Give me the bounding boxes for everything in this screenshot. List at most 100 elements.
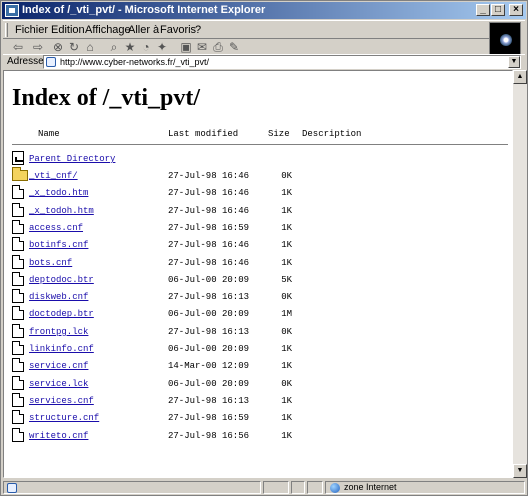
file-icon	[12, 392, 24, 407]
menu-help[interactable]: ?	[195, 24, 201, 36]
page-title: Index of /_vti_pvt/	[12, 85, 201, 111]
column-last-modified: Last modified	[168, 129, 239, 139]
file-size: 1M	[281, 309, 292, 320]
list-item: bots.cnf 27-Jul-98 16:46 1K	[12, 254, 492, 271]
address-url[interactable]: http://www.cyber-networks.fr/_vti_pvt/	[60, 57, 209, 67]
close-button[interactable]: ×	[509, 4, 523, 16]
list-item: _x_todo.htm 27-Jul-98 16:46 1K	[12, 185, 492, 201]
file-link[interactable]: service.lck	[29, 379, 88, 389]
file-icon	[12, 289, 24, 304]
page-content: Index of /_vti_pvt/ Name Last modified S…	[3, 70, 513, 478]
search-icon[interactable]: ⌕	[107, 40, 121, 54]
menu-bar: Fichier Edition Affichage Aller à Favori…	[3, 20, 525, 56]
file-link[interactable]: botinfs.cnf	[29, 240, 88, 250]
file-size: 1K	[281, 257, 292, 268]
title-bar[interactable]: Index of /_vti_pvt/ - Microsoft Internet…	[2, 2, 526, 19]
zone-label: zone Internet	[344, 482, 397, 492]
file-date: 27-Jul-98 16:13	[168, 326, 250, 337]
menu-affichage[interactable]: Affichage	[85, 24, 131, 36]
column-description: Description	[302, 129, 362, 139]
back-icon[interactable]: ⇦	[11, 40, 25, 54]
scroll-up-icon[interactable]: ▲	[513, 70, 527, 84]
maximize-button[interactable]: □	[491, 4, 505, 16]
parent-directory-link[interactable]: Parent Directory	[29, 154, 115, 164]
file-date: 27-Jul-98 16:13	[168, 292, 250, 303]
file-icon	[12, 271, 24, 286]
file-date: 27-Jul-98 16:46	[168, 188, 250, 199]
list-item: access.cnf 27-Jul-98 16:59 1K	[12, 219, 492, 236]
file-icon	[12, 237, 24, 252]
file-size: 1K	[281, 361, 292, 372]
file-link[interactable]: writeto.cnf	[29, 431, 88, 441]
home-icon[interactable]: ⌂	[83, 40, 97, 54]
ie-app-icon[interactable]	[5, 4, 19, 17]
file-size: 0K	[281, 378, 292, 389]
file-link[interactable]: _vti_cnf/	[29, 171, 78, 181]
forward-icon[interactable]: ⇨	[31, 40, 45, 54]
file-date: 06-Jul-00 20:09	[168, 344, 250, 354]
status-panel-4	[307, 481, 323, 494]
file-link[interactable]: structure.cnf	[29, 413, 99, 423]
file-date: 14-Mar-00 12:09	[168, 361, 250, 372]
file-size: 1K	[281, 395, 292, 406]
menu-grip[interactable]	[5, 23, 8, 37]
favorites-icon[interactable]: ★	[123, 40, 137, 54]
file-date: 27-Jul-98 16:56	[168, 430, 250, 441]
file-link[interactable]: deptodoc.btr	[29, 275, 94, 285]
file-date: 06-Jul-00 20:09	[168, 378, 250, 389]
minimize-button[interactable]: _	[476, 4, 490, 16]
stop-icon[interactable]: ⊗	[51, 40, 65, 54]
file-size: 1K	[281, 430, 292, 441]
file-icon	[12, 358, 24, 373]
file-link[interactable]: linkinfo.cnf	[29, 344, 94, 354]
status-panel-2	[263, 481, 289, 494]
file-link[interactable]: access.cnf	[29, 223, 83, 233]
list-item: deptodoc.btr 06-Jul-00 20:09 5K	[12, 271, 492, 288]
edit-icon[interactable]: ✎	[227, 40, 241, 54]
file-size: 1K	[281, 188, 292, 199]
list-item: structure.cnf 27-Jul-98 16:59 1K	[12, 410, 492, 426]
column-name: Name	[38, 129, 60, 139]
file-date: 27-Jul-98 16:46	[168, 205, 250, 216]
vertical-scrollbar[interactable]: ▲ ▼	[513, 70, 527, 478]
menu-aller-a[interactable]: Aller à	[128, 24, 159, 36]
toolbar: ⇦ ⇨ ⊗ ↻ ⌂ ⌕ ★ ◔ ✦ ▣ ✉ ⎙ ✎	[3, 38, 489, 54]
file-link[interactable]: bots.cnf	[29, 258, 72, 268]
column-size: Size	[268, 129, 290, 139]
print-icon[interactable]: ⎙	[211, 40, 225, 54]
file-link[interactable]: service.cnf	[29, 361, 88, 371]
file-link[interactable]: doctodep.btr	[29, 309, 94, 319]
channels-icon[interactable]: ✦	[155, 40, 169, 54]
list-item: _x_todoh.htm 27-Jul-98 16:46 1K	[12, 202, 492, 219]
file-date: 27-Jul-98 16:46	[168, 240, 250, 251]
mail-icon[interactable]: ✉	[195, 40, 209, 54]
file-icon	[12, 410, 24, 425]
file-icon	[12, 306, 24, 321]
menu-fichier[interactable]: Fichier	[15, 24, 48, 36]
address-label: Adresse	[7, 56, 44, 67]
scroll-down-icon[interactable]: ▼	[513, 464, 527, 478]
file-icon	[12, 341, 24, 355]
history-icon[interactable]: ◔	[139, 40, 153, 54]
status-main-panel	[3, 481, 261, 494]
file-link[interactable]: diskweb.cnf	[29, 292, 88, 302]
menu-favoris[interactable]: Favoris	[160, 24, 196, 36]
file-link[interactable]: services.cnf	[29, 396, 94, 406]
file-icon	[12, 323, 24, 338]
address-dropdown-icon[interactable]: ▼	[508, 56, 520, 68]
file-icon	[12, 427, 24, 442]
file-link[interactable]: frontpg.lck	[29, 327, 88, 337]
file-date: 27-Jul-98 16:59	[168, 413, 250, 424]
file-date: 27-Jul-98 16:59	[168, 222, 250, 233]
fullscreen-icon[interactable]: ▣	[179, 40, 193, 54]
file-link[interactable]: _x_todo.htm	[29, 188, 88, 198]
address-input[interactable]: http://www.cyber-networks.fr/_vti_pvt/ ▼	[43, 55, 521, 69]
windows-throbber-logo	[489, 22, 521, 56]
menu-edition[interactable]: Edition	[51, 24, 85, 36]
refresh-icon[interactable]: ↻	[67, 40, 81, 54]
list-item: linkinfo.cnf 06-Jul-00 20:09 1K	[12, 341, 492, 357]
list-item: writeto.cnf 27-Jul-98 16:56 1K	[12, 427, 492, 444]
status-bar: zone Internet	[3, 480, 525, 495]
list-item: _vti_cnf/27-Jul-98 16:46 0K	[12, 167, 492, 184]
file-link[interactable]: _x_todoh.htm	[29, 206, 94, 216]
